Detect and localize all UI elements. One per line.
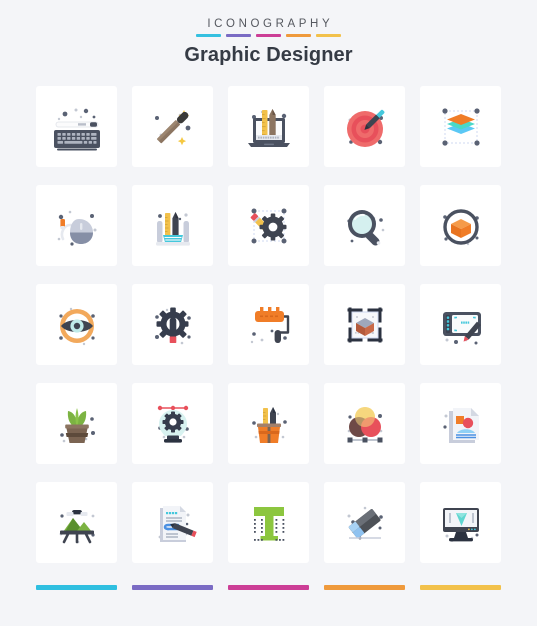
rule-segment-4 — [286, 34, 311, 37]
laptop-design-tools-icon — [240, 98, 298, 156]
document-pencil-icon — [144, 494, 202, 552]
gear-pen-icon — [144, 296, 202, 354]
icon-card-keyboard[interactable] — [36, 86, 117, 167]
icon-card-magic-wand[interactable] — [132, 86, 213, 167]
icon-card-paint-roller[interactable] — [228, 284, 309, 365]
rule-segment-1 — [196, 34, 221, 37]
keyboard-icon — [48, 98, 106, 156]
header-rule — [0, 34, 537, 37]
rule-segment-3 — [256, 34, 281, 37]
footer-bar-4 — [324, 585, 405, 590]
pencil-gear-icon — [240, 197, 298, 255]
icon-card-typography-t[interactable] — [228, 482, 309, 563]
monitor-design-icon — [432, 494, 490, 552]
icon-card-graphics-tablet[interactable] — [420, 284, 501, 365]
lightbulb-gear-icon — [144, 395, 202, 453]
page-title: Graphic Designer — [184, 43, 353, 66]
design-tools-holder-icon — [144, 197, 202, 255]
cube-frame-icon — [336, 296, 394, 354]
icon-card-plant-pot[interactable] — [36, 383, 117, 464]
rule-segment-2 — [226, 34, 251, 37]
icon-card-cube-circle[interactable] — [420, 185, 501, 266]
footer-bar-1 — [36, 585, 117, 590]
rule-segment-5 — [316, 34, 341, 37]
magic-wand-icon — [144, 98, 202, 156]
icon-grid — [36, 86, 501, 563]
easel-landscape-icon — [48, 494, 106, 552]
cube-circle-icon — [432, 197, 490, 255]
footer-color-bars — [36, 585, 501, 590]
icon-card-gear-pen[interactable] — [132, 284, 213, 365]
icon-card-monitor-design[interactable] — [420, 482, 501, 563]
paint-roller-icon — [240, 296, 298, 354]
icon-card-laptop-design-tools[interactable] — [228, 86, 309, 167]
page-header: ICONOGRAPHY Graphic Designer — [0, 0, 537, 67]
computer-mouse-icon — [48, 197, 106, 255]
footer-bar-3 — [228, 585, 309, 590]
icon-card-computer-mouse[interactable] — [36, 185, 117, 266]
pencil-cup-icon — [240, 395, 298, 453]
icon-card-document-pencil[interactable] — [132, 482, 213, 563]
color-circles-icon — [336, 395, 394, 453]
icon-card-target-pen[interactable] — [324, 86, 405, 167]
icon-card-eraser[interactable] — [324, 482, 405, 563]
magnifier-icon — [336, 197, 394, 255]
icon-card-cube-frame[interactable] — [324, 284, 405, 365]
layers-icon — [432, 98, 490, 156]
icon-card-color-circles[interactable] — [324, 383, 405, 464]
icon-card-lightbulb-gear[interactable] — [132, 383, 213, 464]
icon-card-eye[interactable] — [36, 284, 117, 365]
plant-pot-icon — [48, 395, 106, 453]
typography-t-icon — [240, 494, 298, 552]
icon-card-easel-landscape[interactable] — [36, 482, 117, 563]
eraser-icon — [336, 494, 394, 552]
icon-card-pencil-cup[interactable] — [228, 383, 309, 464]
graphics-tablet-icon — [432, 296, 490, 354]
eye-icon — [48, 296, 106, 354]
icon-card-document-image[interactable] — [420, 383, 501, 464]
icon-card-layers[interactable] — [420, 86, 501, 167]
eyebrow-text: ICONOGRAPHY — [207, 18, 334, 30]
target-pen-icon — [336, 98, 394, 156]
icon-card-design-tools-holder[interactable] — [132, 185, 213, 266]
footer-bar-2 — [132, 585, 213, 590]
icon-card-pencil-gear[interactable] — [228, 185, 309, 266]
footer-bar-5 — [420, 585, 501, 590]
icon-card-magnifier[interactable] — [324, 185, 405, 266]
document-image-icon — [432, 395, 490, 453]
